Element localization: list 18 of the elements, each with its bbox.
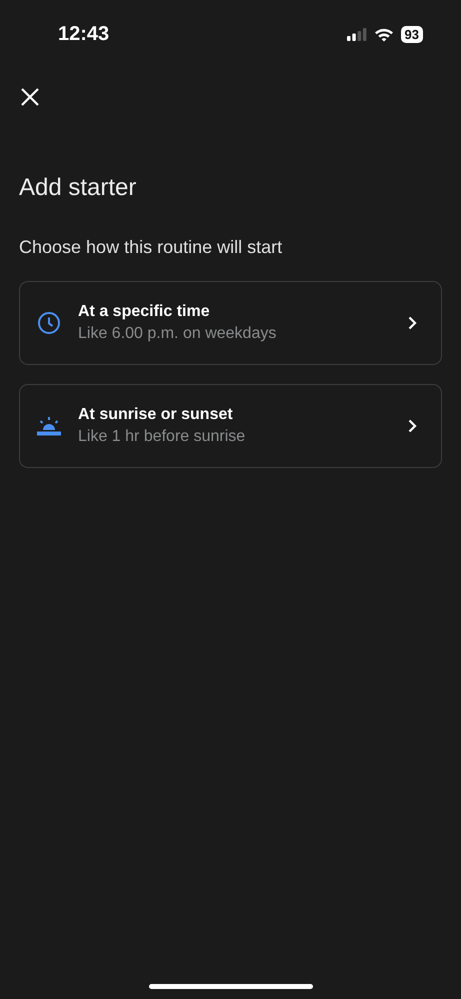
chevron-right-icon (408, 316, 417, 330)
close-icon (21, 88, 39, 106)
wifi-icon (374, 26, 394, 42)
option-title: At sunrise or sunset (78, 406, 234, 424)
option-title: At a specific time (78, 303, 211, 321)
clock-icon (37, 311, 61, 335)
option-description: Like 6.00 p.m. on weekdays (78, 325, 278, 343)
starter-option[interactable]: At sunrise or sunset Like 1 hr before sunrise (19, 384, 442, 468)
clock-time: 12:43 (58, 22, 110, 46)
chevron-right-icon (408, 419, 417, 433)
starter-option[interactable]: At a specific time Like 6.00 p.m. on weekdays (19, 281, 442, 365)
close-button[interactable] (19, 86, 41, 108)
battery-level: 93 (400, 26, 423, 42)
page-title: Add starter (19, 174, 138, 202)
sunrise-icon (37, 416, 61, 436)
signal-icon (346, 28, 367, 40)
page-subtitle: Choose how this routine will start (19, 237, 284, 258)
option-description: Like 1 hr before sunrise (78, 428, 246, 446)
